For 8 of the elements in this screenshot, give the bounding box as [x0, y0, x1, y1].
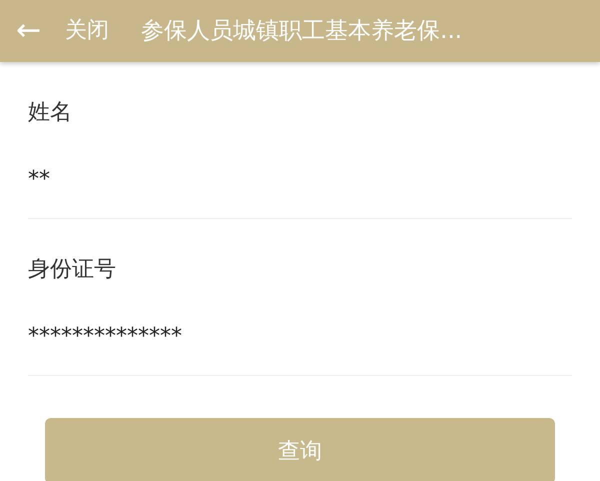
- input-field[interactable]: **************: [28, 320, 572, 353]
- field-label: 身份证号: [28, 257, 116, 282]
- close-button[interactable]: 关闭: [65, 20, 110, 42]
- field-label: 姓名: [28, 100, 72, 125]
- input-field[interactable]: **: [28, 163, 572, 196]
- query-button[interactable]: 查询: [45, 418, 555, 481]
- back-button[interactable]: ←: [16, 16, 42, 46]
- page-title: 参保人员城镇职工基本养老保...: [141, 16, 462, 46]
